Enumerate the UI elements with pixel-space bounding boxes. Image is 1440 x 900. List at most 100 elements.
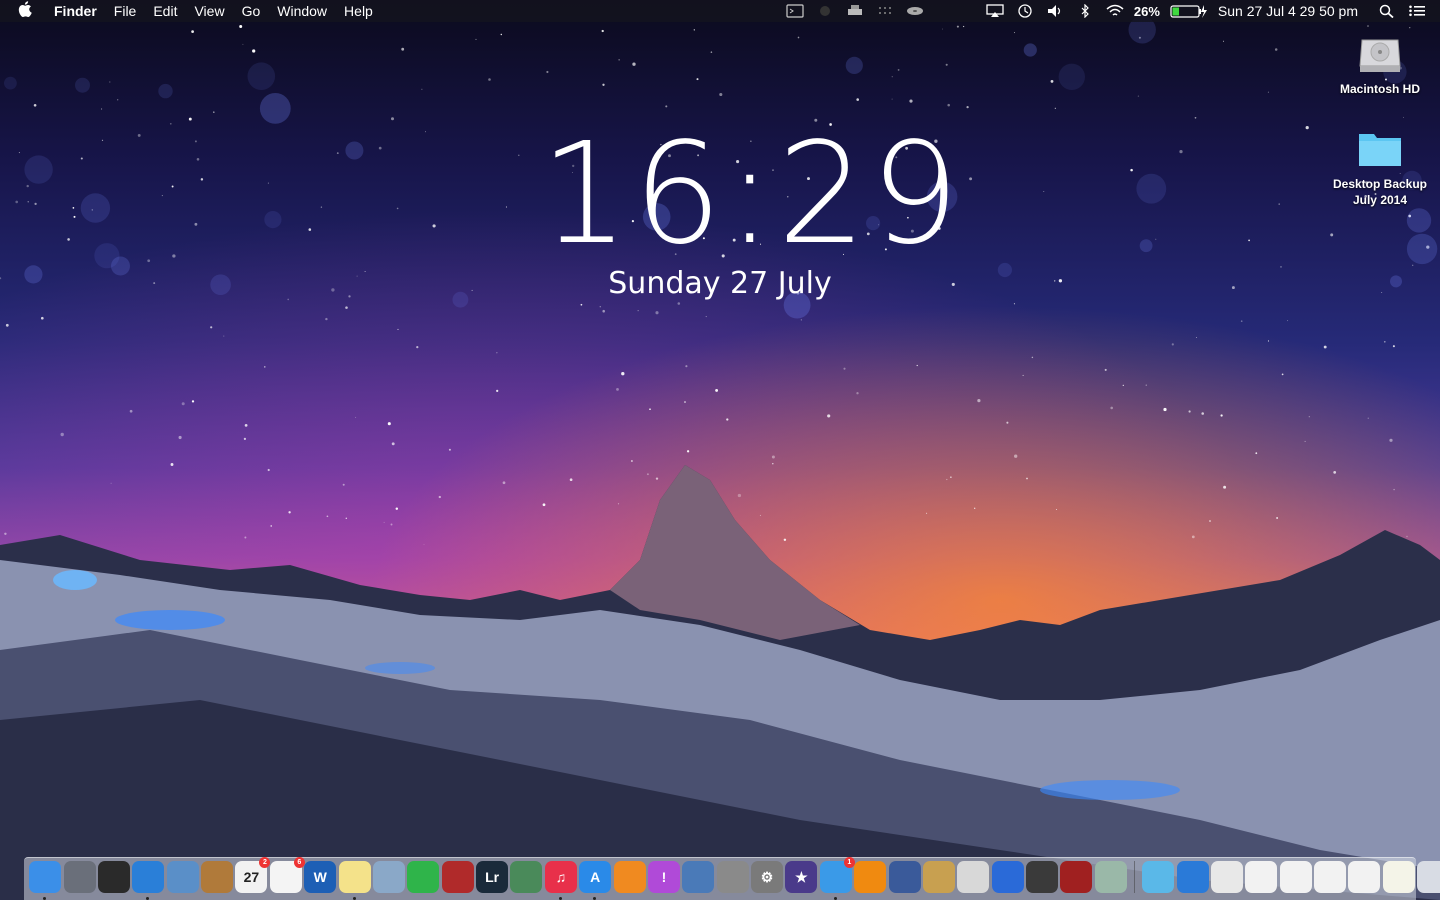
dock-facetime-icon[interactable] bbox=[407, 861, 440, 893]
dock-icons: 27 2 6 W Lr ♫ A! ⚙ ★ 1 bbox=[28, 857, 1440, 900]
notification-center-icon[interactable] bbox=[1408, 4, 1426, 18]
menu-go[interactable]: Go bbox=[242, 3, 261, 19]
star bbox=[1050, 79, 1054, 83]
dock-cloudapp-icon[interactable] bbox=[991, 861, 1024, 893]
star bbox=[685, 365, 688, 368]
dock-app-store-icon[interactable]: A bbox=[579, 861, 612, 900]
dock-document-6-icon[interactable] bbox=[1382, 861, 1415, 893]
bokeh bbox=[1139, 239, 1153, 253]
bluetooth-icon[interactable] bbox=[1076, 3, 1094, 19]
dock-calendar-icon[interactable]: 27 2 bbox=[235, 857, 271, 893]
dock-vlc-icon[interactable] bbox=[854, 861, 887, 893]
dock-photo-booth-alt-icon[interactable] bbox=[1060, 861, 1093, 893]
terminal-icon[interactable] bbox=[786, 4, 804, 18]
airplay-icon[interactable] bbox=[986, 4, 1004, 18]
dock-maps-icon[interactable] bbox=[1094, 861, 1127, 893]
dock-document-4-icon[interactable] bbox=[1314, 861, 1347, 893]
dock-photo-booth-icon[interactable] bbox=[441, 861, 474, 893]
dock-mission-control-icon[interactable] bbox=[97, 861, 130, 893]
dock-globe-icon[interactable] bbox=[1176, 861, 1209, 893]
time-machine-icon[interactable] bbox=[1016, 4, 1034, 18]
dock-preview-icon[interactable] bbox=[166, 861, 199, 893]
dock-notes-icon[interactable] bbox=[338, 861, 371, 900]
star bbox=[974, 507, 976, 509]
printer-icon[interactable] bbox=[846, 4, 864, 18]
dock-itunes-icon[interactable]: ♫ bbox=[544, 861, 577, 900]
dock-finder-icon[interactable] bbox=[29, 861, 62, 900]
dock-contacts-icon[interactable] bbox=[201, 861, 234, 893]
star bbox=[496, 352, 498, 354]
battery-icon[interactable] bbox=[1170, 4, 1208, 18]
dock-document-2-icon[interactable] bbox=[1245, 861, 1278, 893]
dock-document-1-icon[interactable] bbox=[1210, 861, 1243, 893]
dock-itunes-connect-icon[interactable]: ! bbox=[647, 861, 680, 893]
star bbox=[223, 335, 225, 337]
star bbox=[194, 222, 198, 226]
bokeh bbox=[1406, 233, 1438, 265]
spotlight-icon[interactable] bbox=[1378, 4, 1396, 19]
star bbox=[26, 184, 29, 188]
clock-menu-extra[interactable]: Sun 27 Jul 4 29 50 pm bbox=[1218, 3, 1358, 19]
star bbox=[147, 259, 151, 263]
dock-ibooks-icon[interactable] bbox=[613, 861, 646, 893]
menu-edit[interactable]: Edit bbox=[153, 3, 177, 19]
star bbox=[421, 88, 423, 90]
star bbox=[505, 206, 507, 208]
disc-icon[interactable] bbox=[906, 4, 924, 18]
dock-reminders-icon[interactable]: 6 bbox=[269, 857, 305, 893]
dock-badge: 2 bbox=[259, 857, 271, 868]
menu-app-name[interactable]: Finder bbox=[54, 3, 97, 19]
dock-imovie-icon[interactable]: ★ bbox=[785, 861, 818, 893]
star bbox=[1110, 406, 1113, 410]
menu-help[interactable]: Help bbox=[344, 3, 373, 19]
dock-script-editor-icon[interactable] bbox=[957, 861, 990, 893]
dock-cleanmymac-icon[interactable] bbox=[888, 861, 921, 893]
star bbox=[117, 99, 119, 101]
star bbox=[1412, 264, 1414, 266]
apple-menu-icon[interactable] bbox=[18, 1, 38, 21]
menu-view[interactable]: View bbox=[194, 3, 224, 19]
dock-the-unarchiver-icon[interactable] bbox=[922, 861, 955, 893]
dock-messages-icon[interactable]: 1 bbox=[819, 857, 855, 900]
dock-downloads-icon[interactable] bbox=[1142, 861, 1175, 893]
star bbox=[655, 311, 659, 315]
star bbox=[693, 29, 695, 31]
dock-preview-photos-icon[interactable] bbox=[372, 861, 405, 893]
dock-safari-icon[interactable] bbox=[132, 861, 165, 900]
star bbox=[546, 70, 549, 74]
dock-lightroom-icon[interactable]: Lr bbox=[476, 861, 509, 893]
star bbox=[169, 122, 172, 125]
dock-iphoto-icon[interactable] bbox=[510, 861, 543, 893]
glow-light bbox=[1040, 780, 1180, 800]
star bbox=[475, 38, 477, 40]
dock-archive-utility-icon[interactable] bbox=[716, 861, 749, 893]
dock-xcode-icon[interactable] bbox=[682, 861, 715, 893]
grid-icon[interactable] bbox=[876, 4, 894, 18]
star bbox=[110, 482, 112, 484]
star bbox=[715, 388, 719, 392]
star bbox=[599, 305, 602, 308]
dock-word-icon[interactable]: W bbox=[304, 861, 337, 893]
volume-icon[interactable] bbox=[1046, 4, 1064, 18]
star bbox=[18, 152, 20, 154]
dock-document-3-icon[interactable] bbox=[1279, 861, 1312, 893]
star bbox=[471, 289, 473, 291]
ghost-icon[interactable] bbox=[816, 4, 834, 18]
star bbox=[945, 63, 948, 66]
dock-launchpad-icon[interactable] bbox=[63, 861, 96, 893]
menu-window[interactable]: Window bbox=[277, 3, 327, 19]
dock-icon-glyph: A bbox=[590, 869, 601, 885]
desktop-icon-backup-folder[interactable]: Desktop Backup July 2014 bbox=[1320, 124, 1440, 208]
wifi-icon[interactable] bbox=[1106, 4, 1124, 18]
dock-trash-icon[interactable] bbox=[1417, 861, 1440, 893]
dock-document-5-icon[interactable] bbox=[1348, 861, 1381, 893]
dock-system-preferences-icon[interactable]: ⚙ bbox=[751, 861, 784, 893]
star bbox=[1026, 477, 1028, 480]
star bbox=[916, 364, 918, 367]
dock-dvd-player-icon[interactable] bbox=[1026, 861, 1059, 893]
star bbox=[383, 521, 385, 523]
desktop-icon-macintosh-hd[interactable]: Macintosh HD bbox=[1320, 30, 1440, 96]
menu-file[interactable]: File bbox=[114, 3, 137, 19]
star bbox=[101, 139, 104, 141]
star bbox=[5, 323, 9, 327]
